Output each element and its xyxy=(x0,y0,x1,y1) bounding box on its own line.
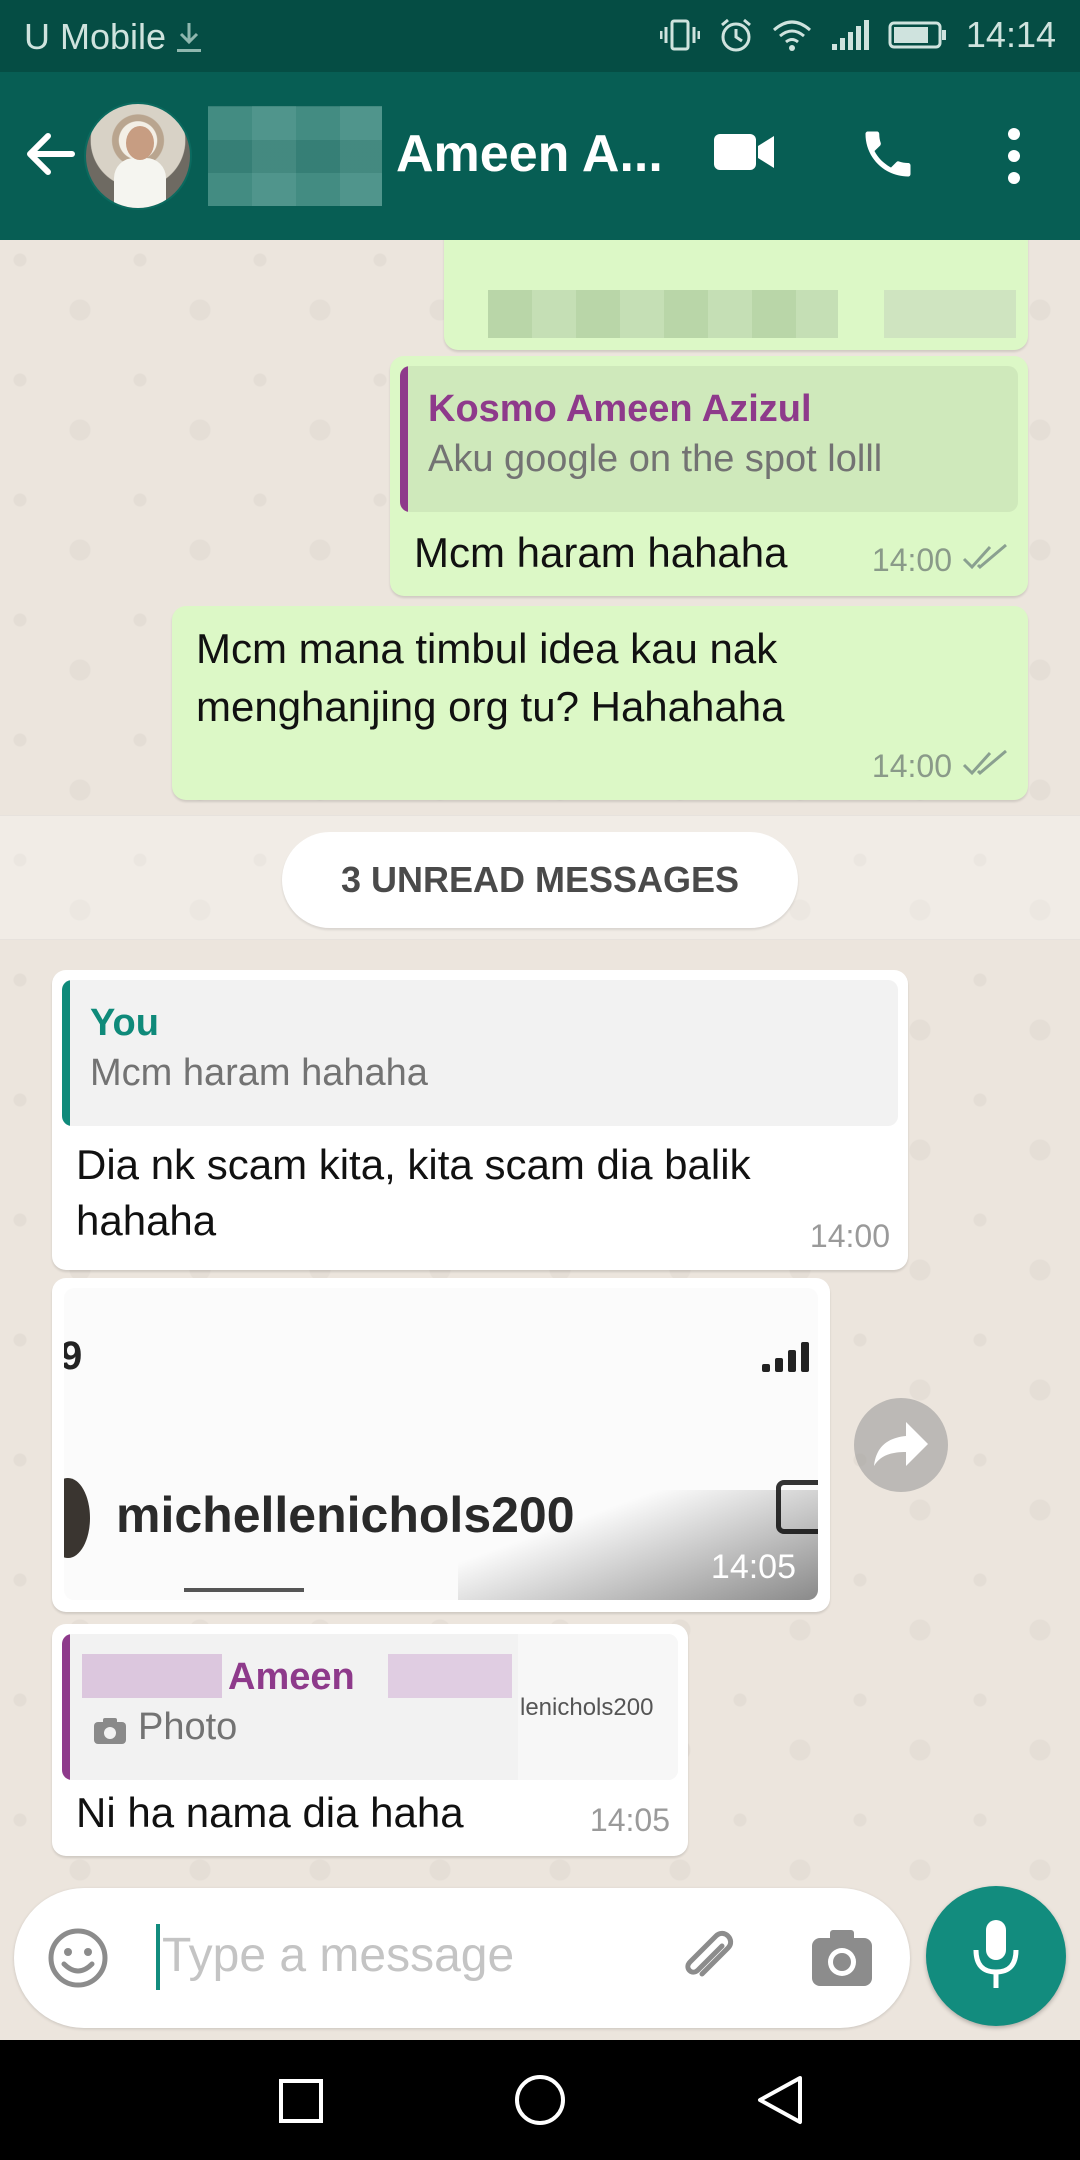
message-time: 14:00 xyxy=(872,542,1008,579)
thumbnail-text: lenichols200 xyxy=(520,1694,654,1721)
message-time: 14:00 xyxy=(809,1218,890,1254)
message-bubble-incoming[interactable]: You Mcm haram hahaha Dia nk scam kita, k… xyxy=(52,970,908,1270)
message-bubble-outgoing[interactable]: Mcm mana timbul idea kau nak menghanjing… xyxy=(172,606,1028,800)
cropped-status-text: 9 xyxy=(64,1334,83,1378)
phone-icon[interactable] xyxy=(858,124,918,189)
carrier-name: U Mobile xyxy=(24,16,167,57)
back-nav-icon[interactable] xyxy=(756,2074,804,2131)
quote-author: Kosmo Ameen Azizul xyxy=(428,388,812,430)
quote-author: You xyxy=(90,1002,159,1044)
emoji-icon[interactable] xyxy=(46,1926,110,1995)
download-icon xyxy=(174,19,204,55)
photo-thumbnail: lenichols200 xyxy=(518,1634,678,1780)
recents-icon[interactable] xyxy=(278,2078,324,2129)
home-icon[interactable] xyxy=(514,2074,566,2131)
avatar[interactable] xyxy=(84,102,192,210)
status-bar: U Mobile 14:14 xyxy=(0,0,1080,72)
more-vert-icon[interactable] xyxy=(1000,126,1028,191)
camera-icon[interactable] xyxy=(810,1928,874,1993)
quote-author: Ameen xyxy=(228,1656,355,1698)
message-time: 14:00 xyxy=(872,748,1008,785)
alarm-icon xyxy=(718,17,754,53)
clock: 14:14 xyxy=(965,14,1056,55)
message-composer[interactable]: Type a message xyxy=(14,1888,910,2028)
message-text-line: Dia nk scam kita, kita scam dia balik xyxy=(76,1141,751,1188)
blurred-author xyxy=(82,1654,222,1698)
message-input[interactable]: Type a message xyxy=(162,1928,514,1983)
message-bubble-partial[interactable] xyxy=(444,240,1028,350)
text-cursor xyxy=(156,1924,160,1990)
forward-button[interactable] xyxy=(854,1398,948,1492)
message-text: Mcm haram hahaha xyxy=(414,529,788,576)
chat-header: Ameen A... xyxy=(0,72,1080,240)
quoted-message[interactable]: Ameen Photo lenichols200 xyxy=(62,1634,678,1780)
double-check-icon xyxy=(962,748,1008,785)
message-time: 14:05 xyxy=(589,1802,670,1838)
back-arrow-icon[interactable] xyxy=(22,126,78,182)
chat-area[interactable]: Kosmo Ameen Azizul Aku google on the spo… xyxy=(0,240,1080,1885)
message-text-line: menghanjing org tu? Hahahaha xyxy=(196,683,785,730)
mic-icon xyxy=(970,1918,1022,1999)
wifi-icon xyxy=(772,18,812,52)
message-text-line: Mcm mana timbul idea kau nak xyxy=(196,625,778,672)
message-text-line: hahaha xyxy=(76,1197,217,1244)
signal-icon xyxy=(760,1338,816,1377)
message-time-label: 14:00 xyxy=(871,542,952,578)
forward-icon xyxy=(872,1418,930,1475)
profile-picture xyxy=(64,1478,90,1558)
double-check-icon xyxy=(962,542,1008,579)
image-message[interactable]: 9 michellenichols200 14:05 xyxy=(52,1278,830,1612)
blurred-author xyxy=(388,1654,512,1698)
message-text: Ni ha nama dia haha xyxy=(76,1789,464,1836)
quote-text: Mcm haram hahaha xyxy=(90,1052,428,1094)
signal-icon xyxy=(830,18,870,52)
quoted-message[interactable]: Kosmo Ameen Azizul Aku google on the spo… xyxy=(400,366,1018,512)
navigation-bar xyxy=(0,2040,1080,2160)
photo-icon xyxy=(92,1716,128,1751)
message-time: 14:05 xyxy=(710,1548,796,1586)
quote-text: Aku google on the spot lolll xyxy=(428,438,883,480)
cropped-text xyxy=(184,1588,304,1600)
attach-icon[interactable] xyxy=(674,1924,744,1999)
unread-messages-label: 3 UNREAD MESSAGES xyxy=(282,832,798,928)
message-time-label: 14:00 xyxy=(871,748,952,784)
shared-screenshot[interactable]: 9 michellenichols200 14:05 xyxy=(64,1288,818,1600)
video-call-icon[interactable] xyxy=(712,124,776,185)
battery-icon xyxy=(888,19,948,51)
vibrate-icon xyxy=(659,17,700,53)
blurred-name xyxy=(208,106,382,206)
message-bubble-outgoing[interactable]: Kosmo Ameen Azizul Aku google on the spo… xyxy=(390,356,1028,596)
message-bubble-incoming[interactable]: Ameen Photo lenichols200 Ni ha nama dia … xyxy=(52,1624,688,1856)
quote-text: Photo xyxy=(138,1706,238,1748)
voice-message-button[interactable] xyxy=(926,1886,1066,2026)
quoted-message[interactable]: You Mcm haram hahaha xyxy=(62,980,898,1126)
contact-name[interactable]: Ameen A... xyxy=(396,124,663,184)
